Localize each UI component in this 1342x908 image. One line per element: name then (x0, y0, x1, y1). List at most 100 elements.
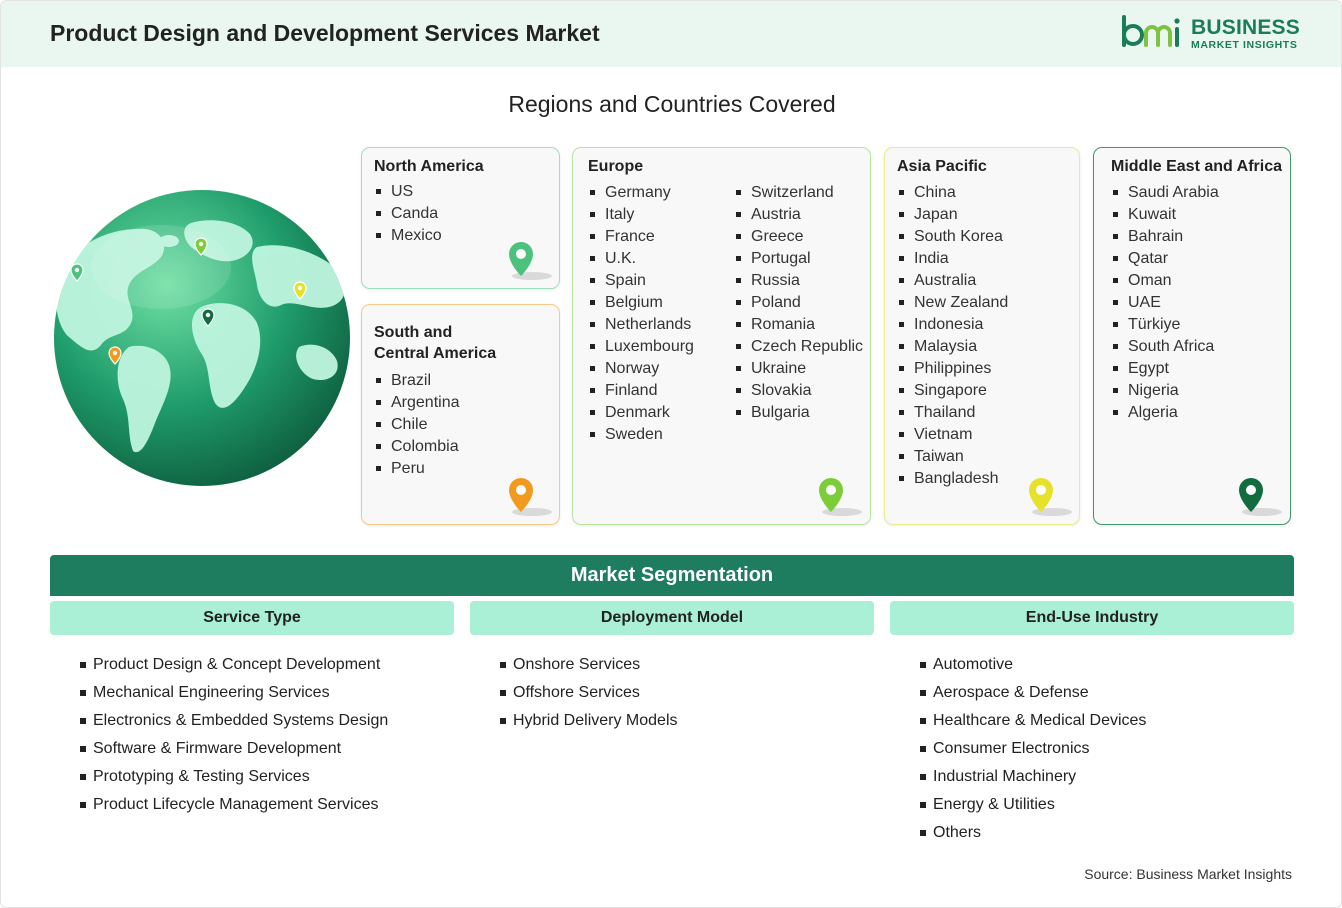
country-item: Netherlands (589, 314, 694, 336)
infographic-frame: Product Design and Development Services … (0, 0, 1342, 908)
region-title-line2: Central America (374, 345, 497, 362)
segment-item: Industrial Machinery (920, 763, 1146, 791)
country-item: Chile (375, 414, 460, 436)
country-item: Switzerland (735, 182, 863, 204)
region-card-europe: Europe Germany Italy France U.K. Spain B… (572, 147, 871, 525)
segment-item: Others (920, 819, 1146, 847)
country-item: Finland (589, 380, 694, 402)
country-item: Portugal (735, 248, 863, 270)
country-item: Türkiye (1112, 314, 1219, 336)
segment-list-service-type: Product Design & Concept Development Mec… (80, 651, 388, 819)
logo-text-market-insights: MARKET INSIGHTS (1191, 39, 1298, 51)
region-title-south-central-america: South and Central America (374, 322, 496, 364)
country-item: China (898, 182, 1008, 204)
country-item: Austria (735, 204, 863, 226)
map-pin-icon (819, 478, 862, 516)
segment-item: Aerospace & Defense (920, 679, 1146, 707)
region-card-asia-pacific: Asia Pacific China Japan South Korea Ind… (884, 147, 1080, 525)
segment-heading-deployment-model: Deployment Model (470, 601, 874, 635)
country-item: Oman (1112, 270, 1219, 292)
segment-item: Offshore Services (500, 679, 678, 707)
page-title: Product Design and Development Services … (50, 20, 600, 46)
segment-heading-service-type: Service Type (50, 601, 454, 635)
region-card-middle-east-africa: Middle East and Africa Saudi Arabia Kuwa… (1093, 147, 1291, 525)
region-card-south-central-america: South and Central America Brazil Argenti… (361, 304, 560, 525)
logo-text-business: BUSINESS (1191, 16, 1300, 39)
country-item: Luxembourg (589, 336, 694, 358)
country-list-south-central-america: Brazil Argentina Chile Colombia Peru (375, 370, 460, 480)
country-item: Taiwan (898, 446, 1008, 468)
country-item: Belgium (589, 292, 694, 314)
segment-item: Prototyping & Testing Services (80, 763, 388, 791)
region-card-north-america: North America US Canda Mexico (361, 147, 560, 289)
segment-item: Onshore Services (500, 651, 678, 679)
country-item: Kuwait (1112, 204, 1219, 226)
country-item: Germany (589, 182, 694, 204)
country-item: Egypt (1112, 358, 1219, 380)
country-item: Bangladesh (898, 468, 1008, 490)
country-item: Philippines (898, 358, 1008, 380)
region-title-asia-pacific: Asia Pacific (897, 158, 987, 175)
country-item: U.K. (589, 248, 694, 270)
country-item: Bahrain (1112, 226, 1219, 248)
map-pin-icon (1239, 478, 1282, 516)
region-title-europe: Europe (588, 158, 644, 175)
country-item: UAE (1112, 292, 1219, 314)
country-item: Algeria (1112, 402, 1219, 424)
country-item: Denmark (589, 402, 694, 424)
segment-item: Software & Firmware Development (80, 735, 388, 763)
country-item: Peru (375, 458, 460, 480)
country-item: Norway (589, 358, 694, 380)
country-item: Slovakia (735, 380, 863, 402)
country-item: Saudi Arabia (1112, 182, 1219, 204)
company-logo: BUSINESS MARKET INSIGHTS (1121, 15, 1301, 55)
country-item: Mexico (375, 225, 442, 247)
country-item: Vietnam (898, 424, 1008, 446)
country-item: Singapore (898, 380, 1008, 402)
country-item: Canda (375, 203, 442, 225)
country-item: Sweden (589, 424, 694, 446)
segment-item: Hybrid Delivery Models (500, 707, 678, 735)
country-list-middle-east-africa: Saudi Arabia Kuwait Bahrain Qatar Oman U… (1112, 182, 1219, 424)
country-item: Ukraine (735, 358, 863, 380)
segmentation-title-bar: Market Segmentation (50, 555, 1294, 596)
country-item: Russia (735, 270, 863, 292)
country-list-europe-col2: Switzerland Austria Greece Portugal Russ… (735, 182, 863, 424)
country-item: Argentina (375, 392, 460, 414)
segment-item: Consumer Electronics (920, 735, 1146, 763)
segment-item: Electronics & Embedded Systems Design (80, 707, 388, 735)
country-list-north-america: US Canda Mexico (375, 181, 442, 247)
country-item: Spain (589, 270, 694, 292)
country-item: France (589, 226, 694, 248)
header-bar: Product Design and Development Services … (1, 1, 1341, 67)
country-item: Brazil (375, 370, 460, 392)
segment-list-end-use-industry: Automotive Aerospace & Defense Healthcar… (920, 651, 1146, 847)
segment-heading-end-use-industry: End-Use Industry (890, 601, 1294, 635)
country-item: Bulgaria (735, 402, 863, 424)
globe-illustration (54, 190, 350, 486)
country-item: Australia (898, 270, 1008, 292)
region-title-middle-east-africa: Middle East and Africa (1111, 158, 1282, 175)
country-item: South Africa (1112, 336, 1219, 358)
segment-item: Automotive (920, 651, 1146, 679)
country-item: Poland (735, 292, 863, 314)
segment-item: Energy & Utilities (920, 791, 1146, 819)
country-item: Nigeria (1112, 380, 1219, 402)
country-item: Greece (735, 226, 863, 248)
country-item: Romania (735, 314, 863, 336)
source-note: Source: Business Market Insights (1084, 866, 1292, 882)
segment-item: Product Lifecycle Management Services (80, 791, 388, 819)
country-item: US (375, 181, 442, 203)
segment-item: Product Design & Concept Development (80, 651, 388, 679)
region-title-line1: South and (374, 324, 453, 341)
map-pin-icon (509, 478, 552, 516)
segment-item: Healthcare & Medical Devices (920, 707, 1146, 735)
country-item: Qatar (1112, 248, 1219, 270)
regions-title: Regions and Countries Covered (508, 91, 836, 117)
map-pin-icon (1029, 478, 1072, 516)
bmi-logo-icon (1122, 15, 1180, 47)
country-list-asia-pacific: China Japan South Korea India Australia … (898, 182, 1008, 490)
region-title-north-america: North America (374, 158, 484, 175)
country-item: Japan (898, 204, 1008, 226)
country-item: Italy (589, 204, 694, 226)
